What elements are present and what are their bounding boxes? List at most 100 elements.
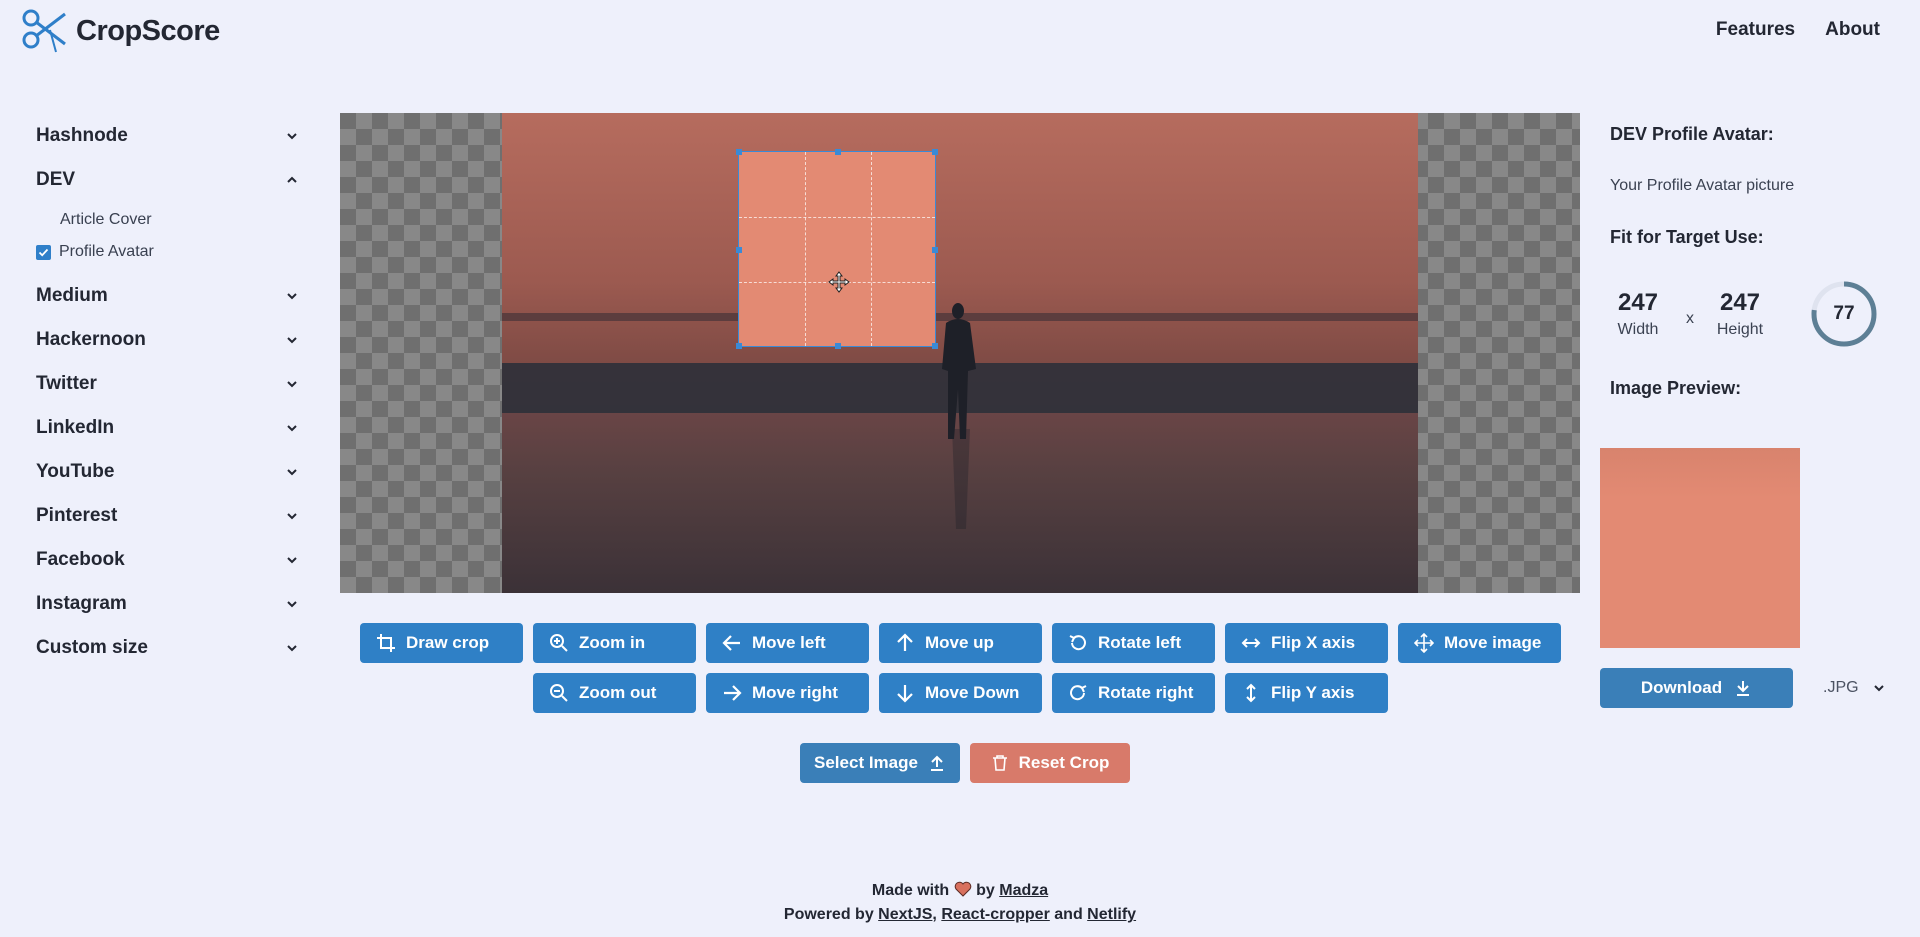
button-label: Rotate right: [1098, 683, 1194, 702]
crop-handle-se[interactable]: [932, 343, 938, 349]
sidebar-item-label: YouTube: [36, 461, 115, 482]
crop-handle-ne[interactable]: [932, 149, 938, 155]
nav-features-link[interactable]: Features: [1716, 19, 1795, 41]
sidebar-item-dev[interactable]: DEV: [36, 158, 304, 202]
width-label: Width: [1617, 321, 1659, 338]
sidebar-item-hackernoon[interactable]: Hackernoon: [36, 318, 304, 362]
button-label: Move image: [1444, 633, 1542, 652]
sidebar-item-twitter[interactable]: Twitter: [36, 362, 304, 406]
sidebar-item-hashnode[interactable]: Hashnode: [36, 114, 304, 158]
chevron-down-icon: [287, 557, 297, 564]
crop-toolbar-row-2: Zoom out Move right Move Down Rotate rig…: [533, 673, 1388, 713]
crop-icon: [377, 634, 395, 652]
move-up-button[interactable]: Move up: [879, 623, 1042, 663]
format-select[interactable]: .JPG: [1823, 679, 1885, 697]
silhouette-figure: [942, 303, 976, 439]
arrow-left-icon: [722, 635, 740, 651]
arrows-vertical-icon: [1246, 683, 1256, 703]
preview-title: Image Preview:: [1610, 378, 1742, 398]
format-value: .JPG: [1823, 679, 1859, 696]
sidebar-item-facebook[interactable]: Facebook: [36, 538, 304, 582]
zoom-in-icon: [550, 634, 568, 652]
fit-score-gauge: 77: [1810, 280, 1878, 348]
top-nav: Features About: [1716, 19, 1880, 41]
sidebar-item-custom-size[interactable]: Custom size: [36, 626, 304, 670]
draw-crop-button[interactable]: Draw crop: [360, 623, 523, 663]
crop-grid-line: [805, 152, 806, 346]
button-label: Reset Crop: [1018, 753, 1110, 772]
silhouette-reflection: [952, 429, 970, 529]
submenu-item-profile-avatar[interactable]: Profile Avatar: [36, 236, 304, 268]
footer-by: by: [976, 882, 995, 899]
crop-canvas[interactable]: [340, 113, 1580, 593]
flip-y-button[interactable]: Flip Y axis: [1225, 673, 1388, 713]
rotate-left-button[interactable]: Rotate left: [1052, 623, 1215, 663]
rotate-left-icon: [1069, 635, 1086, 651]
chevron-down-icon: [1873, 685, 1884, 692]
flip-x-button[interactable]: Flip X axis: [1225, 623, 1388, 663]
dimension-separator: x: [1686, 310, 1694, 327]
button-label: Draw crop: [406, 633, 490, 652]
move-down-button[interactable]: Move Down: [879, 673, 1042, 713]
react-cropper-link[interactable]: React-cropper: [941, 906, 1049, 923]
result-panel: DEV Profile Avatar: Your Profile Avatar …: [1610, 124, 1900, 399]
zoom-out-button[interactable]: Zoom out: [533, 673, 696, 713]
move-left-button[interactable]: Move left: [706, 623, 869, 663]
zoom-out-icon: [550, 684, 568, 702]
button-label: Move Down: [925, 683, 1020, 702]
sidebar-item-label: LinkedIn: [36, 417, 115, 438]
crop-grid-line: [871, 152, 872, 346]
crop-handle-w[interactable]: [736, 247, 742, 253]
download-icon: [1737, 681, 1750, 696]
move-image-button[interactable]: Move image: [1398, 623, 1561, 663]
image-actions: Select Image Reset Crop: [800, 743, 1130, 783]
sidebar-item-label: Hackernoon: [36, 329, 146, 350]
sidebar-item-linkedin[interactable]: LinkedIn: [36, 406, 304, 450]
sidebar-item-label: Pinterest: [36, 505, 118, 526]
button-label: Download: [1640, 678, 1723, 697]
submenu-item-article-cover[interactable]: Article Cover: [60, 204, 304, 236]
download-row: Download .JPG: [1600, 668, 1885, 708]
arrow-right-icon: [724, 685, 742, 701]
netlify-link[interactable]: Netlify: [1087, 906, 1136, 923]
source-image[interactable]: [502, 113, 1418, 593]
zoom-in-button[interactable]: Zoom in: [533, 623, 696, 663]
crop-handle-sw[interactable]: [736, 343, 742, 349]
footer-powered-line: Powered by NextJS, React-cropper and Net…: [0, 903, 1920, 927]
sidebar-item-label: Facebook: [36, 549, 125, 570]
crop-handle-e[interactable]: [932, 247, 938, 253]
rotate-right-button[interactable]: Rotate right: [1052, 673, 1215, 713]
sidebar-item-pinterest[interactable]: Pinterest: [36, 494, 304, 538]
app-logo[interactable]: CropScore: [20, 8, 220, 54]
move-arrows-icon: [1414, 633, 1434, 653]
width-readout: 247 Width: [1610, 289, 1666, 339]
sidebar-item-youtube[interactable]: YouTube: [36, 450, 304, 494]
nav-about-link[interactable]: About: [1825, 19, 1880, 41]
select-image-button[interactable]: Select Image: [800, 743, 960, 783]
reset-crop-button[interactable]: Reset Crop: [970, 743, 1130, 783]
chevron-down-icon: [287, 381, 297, 388]
checkbox-checked-icon[interactable]: [36, 244, 51, 260]
arrow-down-icon: [897, 685, 913, 703]
sidebar-item-label: Instagram: [36, 593, 127, 614]
footer-and: and: [1054, 906, 1083, 923]
download-button[interactable]: Download: [1600, 668, 1793, 708]
author-link[interactable]: Madza: [999, 882, 1048, 899]
submenu-item-label: Profile Avatar: [59, 243, 154, 260]
chevron-down-icon: [287, 513, 297, 520]
crop-handle-s[interactable]: [835, 343, 841, 349]
chevron-down-icon: [287, 425, 297, 432]
nextjs-link[interactable]: NextJS: [878, 906, 932, 923]
arrows-horizontal-icon: [1241, 638, 1261, 648]
crop-handle-n[interactable]: [835, 149, 841, 155]
crop-handle-nw[interactable]: [736, 149, 742, 155]
move-right-button[interactable]: Move right: [706, 673, 869, 713]
sidebar-item-instagram[interactable]: Instagram: [36, 582, 304, 626]
sidebar-item-medium[interactable]: Medium: [36, 274, 304, 318]
chevron-down-icon: [287, 601, 297, 608]
crop-selection[interactable]: [736, 149, 938, 349]
crop-grid-line: [739, 217, 935, 218]
app-name: CropScore: [76, 14, 220, 47]
platform-sidebar: Hashnode DEV Article Cover Profile Avata…: [36, 114, 304, 670]
page-footer: Made with by Madza Powered by NextJS, Re…: [0, 879, 1920, 927]
